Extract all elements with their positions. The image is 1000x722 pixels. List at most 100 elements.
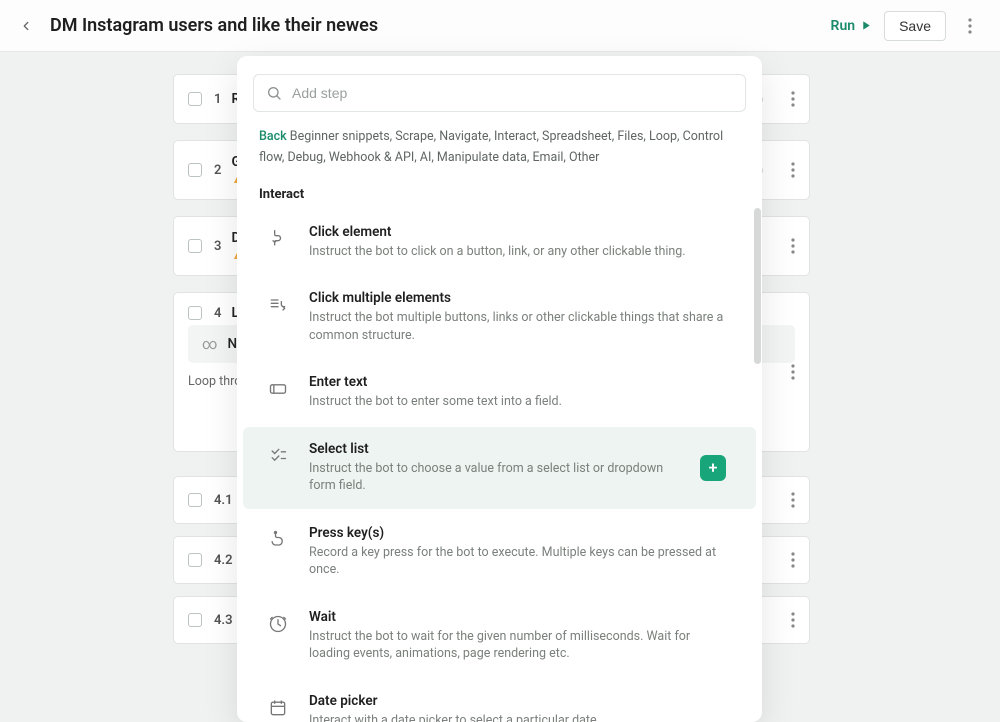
press-keys-icon [265,527,291,553]
option-title: Click element [309,224,726,240]
infinity-icon: ∞ [202,335,217,353]
option-row[interactable]: Press key(s) Record a key press for the b… [243,511,756,593]
option-desc: Instruct the bot multiple buttons, links… [309,309,726,344]
option-title: Press key(s) [309,525,726,541]
category-chip[interactable]: Loop, [649,129,679,144]
step-checkbox[interactable] [188,306,202,320]
step-checkbox[interactable] [188,92,202,106]
workspace: 1 Read ⓘ 2 Get c ▲Se ⓘ 3 Dele ▲Sp [0,52,1000,644]
kebab-icon [791,612,795,628]
step-menu[interactable] [791,492,795,508]
chevron-left-icon [19,19,33,33]
option-title: Date picker [309,693,726,709]
step-number: 4.2 [214,553,233,568]
step-checkbox[interactable] [188,553,202,567]
option-desc: Instruct the bot to click on a button, l… [309,243,726,261]
option-title: Click multiple elements [309,290,726,306]
option-title: Enter text [309,374,726,390]
enter-text-icon [265,376,291,402]
step-menu[interactable] [791,238,795,254]
step-checkbox[interactable] [188,613,202,627]
category-chip[interactable]: Files, [617,129,646,144]
save-button[interactable]: Save [884,11,946,41]
category-chip[interactable]: Interact, [494,129,539,144]
add-step-button[interactable]: + [700,455,726,481]
app-header: DM Instagram users and like their newes … [0,0,1000,52]
option-body: Click multiple elements Instruct the bot … [309,290,726,344]
category-chip[interactable]: AI, [420,150,434,165]
option-body: Select list Instruct the bot to choose a … [309,441,682,495]
kebab-icon [791,162,795,178]
option-desc: Record a key press for the bot to execut… [309,544,726,579]
option-row[interactable]: Select list Instruct the bot to choose a … [243,427,756,509]
step-menu[interactable] [791,364,795,380]
kebab-icon [791,364,795,380]
option-body: Date picker Interact with a date picker t… [309,693,726,722]
add-step-searchbar[interactable] [253,74,746,112]
scrollbar[interactable] [754,208,761,364]
step-number: 1 [214,92,221,107]
option-desc: Instruct the bot to wait for the given n… [309,628,726,663]
category-chips: Back Beginner snippets, Scrape, Navigate… [237,122,762,171]
search-icon [266,85,282,101]
category-chip[interactable]: Debug, [287,150,325,165]
step-checkbox[interactable] [188,493,202,507]
category-chip[interactable]: Manipulate data, [437,150,529,165]
page-title: DM Instagram users and like their newes [50,15,378,36]
category-chip[interactable]: Back [259,129,287,144]
select-list-icon [265,443,291,469]
option-row[interactable]: Enter text Instruct the bot to enter some… [243,360,756,425]
option-row[interactable]: Click element Instruct the bot to click o… [243,210,756,275]
option-desc: Instruct the bot to choose a value from … [309,460,682,495]
step-number: 3 [214,239,221,254]
page-menu[interactable] [958,14,982,38]
option-body: Click element Instruct the bot to click o… [309,224,726,261]
back-button[interactable] [12,12,40,40]
step-number: 2 [214,163,221,178]
kebab-icon [791,91,795,107]
step-menu[interactable] [791,612,795,628]
run-label: Run [831,18,856,34]
add-step-search-input[interactable] [292,85,733,101]
category-chip[interactable]: Email, [532,150,565,165]
option-title: Wait [309,609,726,625]
step-checkbox[interactable] [188,163,202,177]
click-multiple-icon [265,292,291,318]
option-body: Enter text Instruct the bot to enter some… [309,374,726,411]
category-chip[interactable]: Scrape, [395,129,436,144]
option-body: Wait Instruct the bot to wait for the giv… [309,609,726,663]
option-list[interactable]: Click element Instruct the bot to click o… [237,208,762,722]
step-number: 4.1 [214,493,233,508]
step-number: 4.3 [214,613,233,628]
modal-search-wrap [237,56,762,122]
kebab-icon [791,552,795,568]
kebab-icon [968,18,972,34]
section-label: Interact [237,171,762,208]
date-picker-icon [265,695,291,721]
category-chip[interactable]: Beginner snippets, [290,129,392,144]
option-row[interactable]: Click multiple elements Instruct the bot … [243,276,756,358]
step-menu[interactable] [791,162,795,178]
click-element-icon [265,226,291,252]
play-icon [861,20,872,31]
add-step-modal: Back Beginner snippets, Scrape, Navigate… [237,56,762,722]
option-title: Select list [309,441,682,457]
wait-icon [265,611,291,637]
kebab-icon [791,238,795,254]
option-desc: Instruct the bot to enter some text into… [309,393,726,411]
kebab-icon [791,492,795,508]
category-chip[interactable]: Navigate, [439,129,491,144]
option-row[interactable]: Date picker Interact with a date picker t… [243,679,756,722]
option-row[interactable]: Wait Instruct the bot to wait for the giv… [243,595,756,677]
step-checkbox[interactable] [188,239,202,253]
option-body: Press key(s) Record a key press for the b… [309,525,726,579]
step-number: 4 [214,306,221,321]
category-chip[interactable]: Webhook & API, [329,150,417,165]
option-desc: Interact with a date picker to select a … [309,712,726,722]
step-menu[interactable] [791,91,795,107]
category-chip[interactable]: Other [569,150,599,165]
category-chip[interactable]: Spreadsheet, [542,129,614,144]
run-button[interactable]: Run [831,18,873,34]
step-menu[interactable] [791,552,795,568]
header-actions: Run Save [831,11,982,41]
